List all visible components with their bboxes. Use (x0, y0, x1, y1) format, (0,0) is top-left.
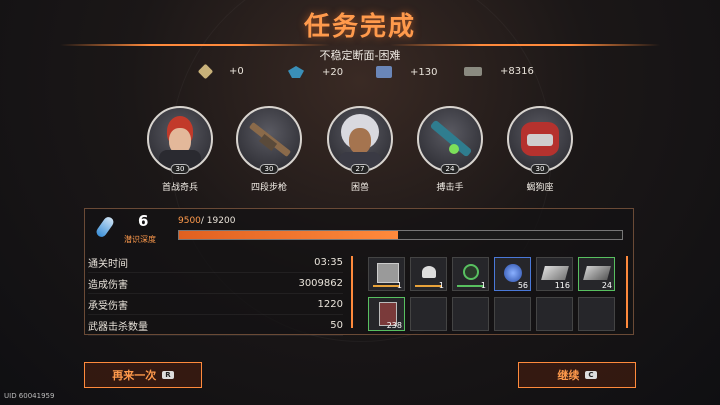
item-slot[interactable]: 56 (494, 257, 531, 291)
progress-max: / 19200 (200, 216, 236, 226)
stat-row: 造成伤害 3009862 (88, 273, 343, 294)
character-card[interactable]: 24 搏击手 (415, 106, 485, 193)
stat-label: 承受伤害 (88, 300, 128, 312)
character-card[interactable]: 30 首战奇兵 (145, 106, 215, 193)
empty-item-slot (452, 297, 489, 331)
stat-label: 武器击杀数量 (88, 321, 148, 333)
empty-item-slot (536, 297, 573, 331)
stat-row: 通关时间 03:35 (88, 252, 343, 273)
stat-row: 武器击杀数量 50 (88, 315, 343, 336)
character-name: 搏击手 (436, 183, 464, 193)
character-row: 30 首战奇兵 30 四段步枪 27 困兽 24 搏击手 30 蝎狗座 (0, 106, 720, 196)
reward-item: +20 (288, 66, 343, 78)
continue-button[interactable]: 继续 C (518, 362, 636, 388)
character-name: 四段步枪 (250, 183, 287, 193)
character-level: 24 (440, 164, 460, 174)
stat-value: 3009862 (298, 277, 343, 289)
item-count: 238 (386, 321, 402, 330)
continue-key-hint: C (585, 371, 597, 379)
character-card[interactable]: 27 困兽 (325, 106, 395, 193)
reward-amount: +20 (322, 66, 344, 78)
character-card[interactable]: 30 蝎狗座 (505, 106, 575, 193)
item-slot[interactable]: 1 (452, 257, 489, 291)
character-portrait (507, 106, 573, 172)
panel-divider (351, 256, 353, 328)
item-grid: 1 1 1 56 116 24 238 (368, 257, 624, 335)
user-id: UID 60041959 (4, 392, 55, 400)
item-slot[interactable]: 116 (536, 257, 573, 291)
progress-current: 9500 (178, 216, 201, 226)
depth-value: 6 (138, 212, 149, 230)
depth-progress-text: 9500/ 19200 (178, 216, 235, 226)
stat-value: 50 (330, 319, 343, 331)
depth-progress-fill (179, 231, 399, 239)
character-level: 30 (259, 164, 279, 174)
depth-label: 潜识深度 (124, 235, 156, 244)
character-portrait (236, 106, 302, 172)
ship-token-icon (422, 266, 436, 278)
character-portrait (327, 106, 393, 172)
reward-item: +8316 (464, 66, 534, 77)
item-count: 1 (480, 281, 486, 290)
stats-list: 通关时间 03:35 造成伤害 3009862 承受伤害 1220 武器击杀数量 50 (88, 252, 343, 336)
character-level: 27 (350, 164, 370, 174)
mission-subtitle: 不稳定断面-困难 (319, 49, 401, 62)
capsule-icon (94, 215, 116, 239)
green-gear-icon (463, 264, 479, 280)
character-portrait (147, 106, 213, 172)
reward-amount: +0 (229, 66, 244, 77)
reward-row: +0 +20 +130 +8316 (0, 63, 720, 84)
item-count: 24 (601, 281, 612, 290)
character-portrait (417, 106, 483, 172)
stat-value: 03:35 (314, 256, 343, 268)
title-divider-right (390, 44, 660, 46)
stat-value: 1220 (317, 298, 343, 310)
item-count: 1 (438, 281, 444, 290)
character-card[interactable]: 30 四段步枪 (234, 106, 304, 193)
item-count: 116 (554, 281, 570, 290)
cash-icon (464, 67, 482, 76)
book-icon (376, 66, 392, 78)
continue-button-label: 继续 (557, 369, 580, 382)
scrollbar[interactable] (626, 256, 628, 328)
retry-button-label: 再来一次 (112, 369, 157, 382)
empty-item-slot (494, 297, 531, 331)
stat-row: 承受伤害 1220 (88, 294, 343, 315)
page-title: 任务完成 (303, 12, 416, 42)
blue-crystal-icon (288, 66, 304, 78)
item-slot[interactable]: 238 (368, 297, 405, 331)
character-name: 首战奇兵 (161, 183, 198, 193)
reward-item: +0 (197, 63, 244, 80)
depth-badge (94, 214, 118, 240)
green-plate-icon (583, 266, 611, 280)
empty-item-slot (410, 297, 447, 331)
retry-button[interactable]: 再来一次 R (84, 362, 202, 388)
item-slot[interactable]: 24 (578, 257, 615, 291)
gold-crate-icon (197, 63, 214, 80)
metal-plate-icon (541, 266, 569, 280)
blue-orb-icon (504, 264, 522, 282)
stat-label: 造成伤害 (88, 279, 128, 291)
retry-key-hint: R (162, 371, 174, 379)
item-count: 1 (396, 281, 402, 290)
supply-box-icon (377, 263, 399, 283)
reward-amount: +8316 (500, 66, 534, 77)
empty-item-slot (578, 297, 615, 331)
character-level: 30 (170, 164, 190, 174)
reward-amount: +130 (410, 66, 438, 78)
character-level: 30 (530, 164, 550, 174)
reward-item: +130 (376, 66, 437, 78)
title-divider-left (60, 44, 330, 46)
item-slot[interactable]: 1 (410, 257, 447, 291)
character-name: 困兽 (350, 183, 369, 193)
depth-progress-bar (178, 230, 623, 240)
character-name: 蝎狗座 (526, 183, 554, 193)
item-slot[interactable]: 1 (368, 257, 405, 291)
item-count: 56 (517, 281, 528, 290)
stat-label: 通关时间 (88, 258, 128, 270)
